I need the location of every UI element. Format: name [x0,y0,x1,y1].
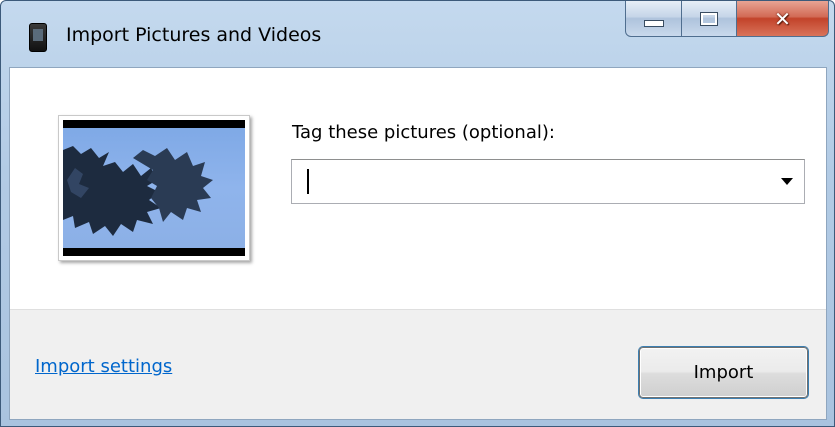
import-dialog-window: Import Pictures and Videos ✕ Tag these p… [0,0,835,427]
close-icon: ✕ [774,6,791,31]
dialog-content: Tag these pictures (optional): Import se… [9,67,827,420]
tag-label: Tag these pictures (optional): [292,122,555,143]
dialog-footer: Import settings Import [10,309,826,419]
device-phone-icon [29,23,47,52]
text-caret [307,169,309,194]
import-button[interactable]: Import [639,347,808,398]
window-title: Import Pictures and Videos [66,24,322,46]
video-thumbnail-icon [63,120,245,256]
thumbnail-scene [63,128,245,248]
import-settings-link[interactable]: Import settings [35,356,172,377]
close-button[interactable]: ✕ [737,1,829,37]
maximize-button[interactable] [682,1,737,37]
video-thumbnail [58,115,250,261]
title-bar[interactable]: Import Pictures and Videos ✕ [1,1,834,67]
tag-input[interactable] [298,166,760,196]
maximize-icon [700,11,718,26]
tree-silhouette-icon [63,146,213,236]
chevron-down-icon[interactable] [781,178,793,185]
caption-buttons: ✕ [625,1,829,39]
minimize-button[interactable] [625,1,682,37]
minimize-icon [643,20,664,27]
tag-combobox[interactable] [291,159,805,204]
